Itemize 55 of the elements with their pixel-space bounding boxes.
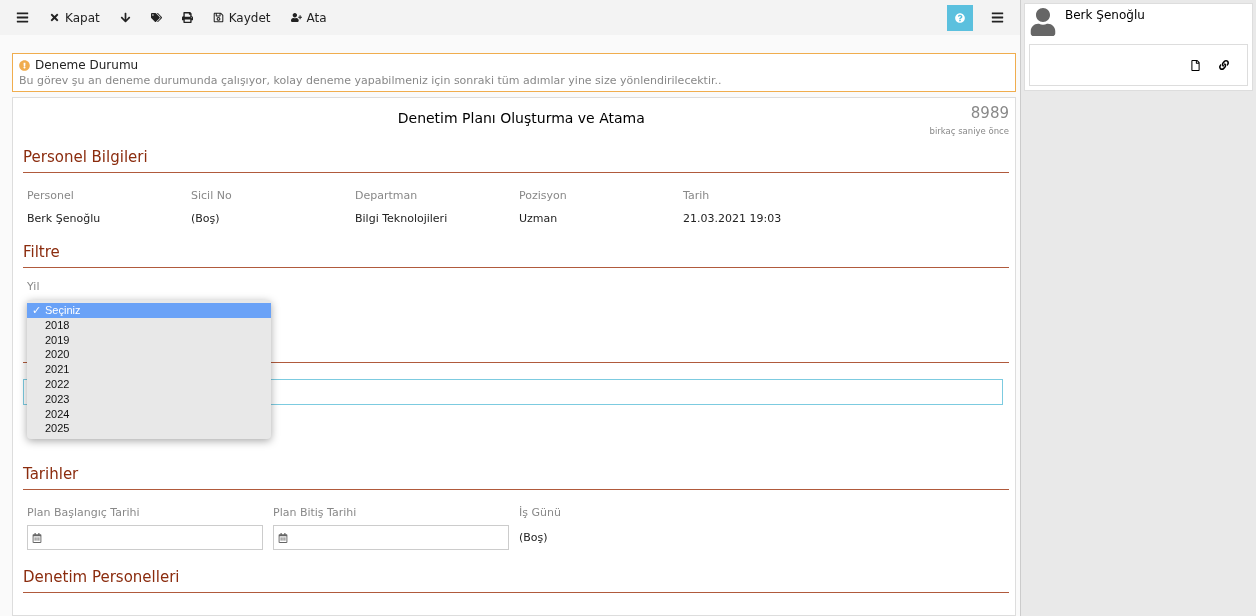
- section-heading: Denetim Personelleri: [23, 566, 1009, 593]
- check-mark: ✓: [32, 303, 41, 318]
- timestamp: birkaç saniye önce: [929, 126, 1009, 136]
- alert-text: Bu görev şu an deneme durumunda çalışıyor, kolay deneme yapabilmeniz için sonraki tüm adımlar yine size yönlendirilecektir..: [19, 74, 723, 87]
- form-title: Denetim Planı Oluşturma ve Atama: [396, 109, 646, 126]
- dropdown-option[interactable]: 2018: [27, 317, 271, 333]
- arrow-down-icon: [119, 12, 131, 23]
- document-icon[interactable]: [1190, 59, 1201, 71]
- alert-title: Deneme Durumu: [35, 58, 139, 72]
- field-label: Yil: [27, 280, 41, 293]
- field-label: İş Günü: [519, 506, 562, 519]
- dropdown-option[interactable]: 2021: [27, 362, 271, 377]
- tags-icon: [150, 12, 162, 23]
- link-icon[interactable]: [1219, 60, 1229, 70]
- section-heading: Filtre: [23, 241, 1009, 268]
- field-label: Departman: [355, 189, 419, 202]
- field-label: Sicil No: [191, 189, 233, 202]
- field-label: Personel: [27, 189, 75, 202]
- field-label: Plan Başlangıç Tarihi: [27, 506, 141, 519]
- field-label: Tarih: [683, 189, 711, 202]
- toolbar-button[interactable]: Kapat: [47, 8, 102, 27]
- printer-button[interactable]: [179, 10, 195, 25]
- printer-icon: [181, 12, 193, 23]
- field-value: 21.03.2021 19:03: [683, 212, 783, 225]
- date-field[interactable]: [27, 525, 263, 550]
- user-plus-icon: [290, 12, 302, 23]
- field-value: Bilgi Teknolojileri: [355, 212, 449, 225]
- field-label: Pozisyon: [519, 189, 568, 202]
- close-icon: [49, 12, 60, 23]
- field-value: (Boş): [191, 212, 221, 225]
- help-icon: [955, 12, 965, 23]
- field-label: Plan Bitiş Tarihi: [273, 506, 358, 519]
- date-field[interactable]: [273, 525, 509, 550]
- dropdown-option[interactable]: 2020: [27, 347, 271, 363]
- record-number: 8989: [970, 104, 1009, 122]
- field-value: Uzman: [519, 212, 559, 225]
- menu-icon: [16, 11, 29, 24]
- warning-icon: [19, 59, 30, 71]
- calendar-icon: [278, 532, 288, 543]
- toolbar-button[interactable]: Ata: [288, 8, 329, 27]
- user-name: Berk Şenoğlu: [1065, 8, 1145, 24]
- dropdown-option[interactable]: 2023: [27, 391, 271, 407]
- calendar-icon: [32, 532, 42, 543]
- field-value: (Boş): [519, 531, 549, 544]
- toolbar-button[interactable]: Kaydet: [210, 8, 273, 27]
- dropdown-option[interactable]: 2019: [27, 332, 271, 348]
- dropdown-option[interactable]: 2022: [27, 377, 271, 392]
- avatar-icon: [1029, 8, 1057, 36]
- field-value: Berk Şenoğlu: [27, 212, 102, 225]
- dropdown-option[interactable]: 2024: [27, 406, 271, 422]
- section-heading: Tarihler: [23, 463, 1009, 490]
- tags-button[interactable]: [148, 10, 164, 25]
- section-heading: Personel Bilgileri: [23, 146, 1009, 173]
- menu-icon: [991, 11, 1004, 24]
- dropdown-option[interactable]: 2025: [27, 421, 271, 437]
